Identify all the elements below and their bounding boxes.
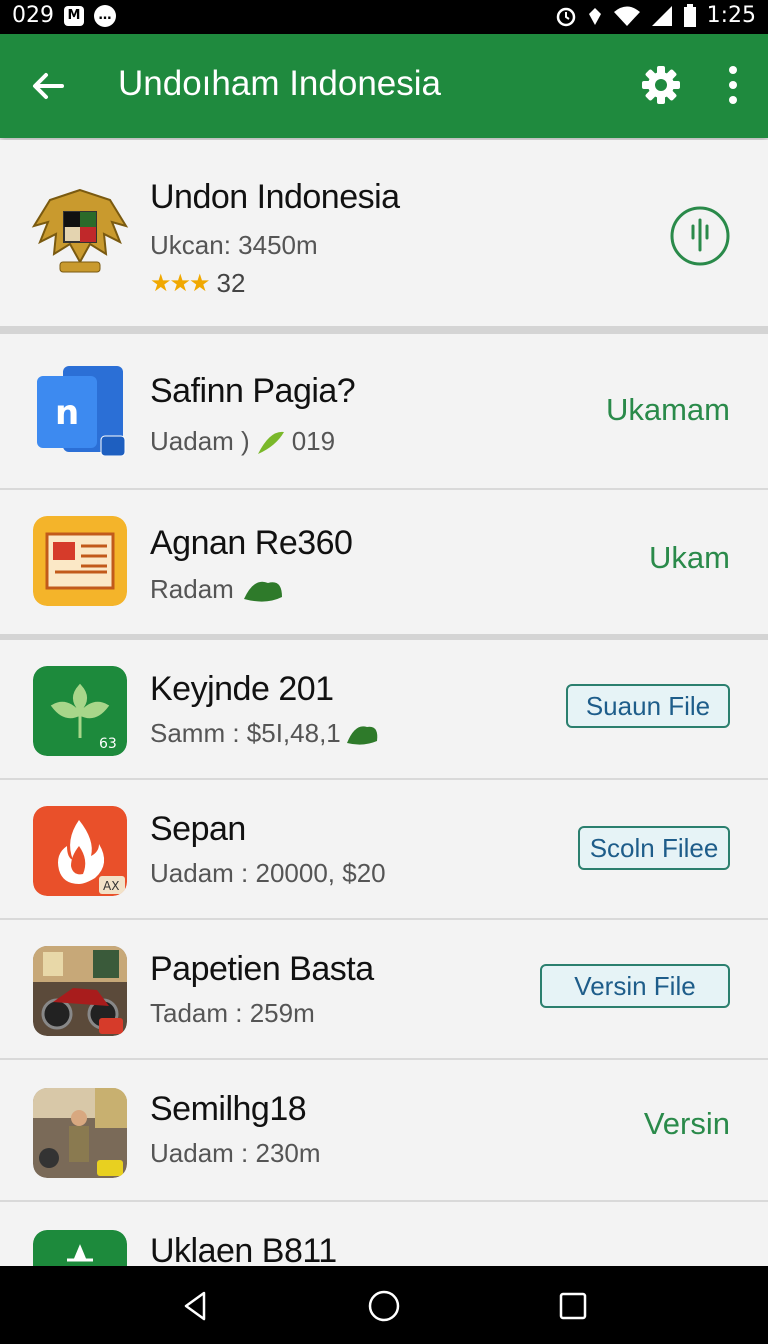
featured-app-subtitle: Ukcan: 3450m [150, 230, 318, 260]
banana-leaf-icon [257, 431, 284, 454]
list-item-name: Sepan [150, 810, 246, 848]
rating-count: 32 [216, 268, 246, 298]
file-button[interactable]: Suaun File [566, 684, 730, 728]
list-item[interactable]: 63 Keyjnde 201 Samm : $5I,48,1 Suaun Fil… [0, 640, 768, 780]
list-item-name: Papetien Basta [150, 950, 374, 988]
more-vertical-icon[interactable] [718, 64, 748, 106]
document-app-icon: n [37, 366, 126, 456]
leaf-app-icon: 63 [33, 666, 127, 756]
app-bar: Undoıham Indonesia [0, 34, 768, 138]
list-item-subtitle: Samm : $5I,48,1 [150, 718, 379, 749]
list-item[interactable]: Semilhg18 Uadam : 230m Versin [0, 1060, 768, 1202]
motorbike-photo-icon [33, 946, 127, 1036]
list-item[interactable]: Agnan Re360 Radam Ukam [0, 490, 768, 636]
list-item-name: Safinn Pagia? [150, 372, 356, 410]
notification-chat-icon: … [94, 4, 116, 27]
street-photo-icon [33, 1088, 127, 1178]
list-item-subtitle: Uadam : 230m [150, 1138, 321, 1168]
flame-app-icon: AX [33, 806, 127, 896]
app-badge: 63 [99, 736, 117, 752]
list-item-subtitle: Uadam ) 019 [150, 426, 336, 456]
location-icon [588, 7, 601, 25]
download-circle-icon[interactable] [668, 204, 732, 268]
file-button[interactable]: Scoln Filee [578, 826, 730, 870]
navigation-bar [0, 1266, 768, 1344]
arrow-left-icon[interactable] [28, 66, 68, 106]
update-link[interactable]: Versin [644, 1106, 730, 1142]
nav-home-circle-icon[interactable] [367, 1289, 401, 1323]
list-item-name: Agnan Re360 [150, 524, 353, 562]
list-item-subtitle: Radam [150, 574, 284, 605]
list-item[interactable]: Uklaen B811 [0, 1202, 768, 1266]
list-item[interactable]: AX Sepan Uadam : 20000, $20 Scoln Filee [0, 780, 768, 920]
svg-text:n: n [55, 393, 79, 433]
status-bar: 029 M … 1:25 [0, 0, 768, 34]
star-app-icon [33, 1230, 127, 1266]
nav-back-triangle-icon[interactable] [180, 1290, 212, 1322]
status-left-text: 029 [12, 3, 54, 28]
status-time: 1:25 [706, 3, 756, 28]
list-item-name: Uklaen B811 [150, 1232, 337, 1266]
nav-recents-square-icon[interactable] [558, 1291, 588, 1321]
gear-icon[interactable] [640, 64, 682, 106]
list-item-subtitle: Uadam : 20000, $20 [150, 858, 386, 888]
update-link[interactable]: Ukamam [606, 392, 730, 428]
file-button[interactable]: Versin File [540, 964, 730, 1008]
battery-icon [683, 3, 696, 27]
list-item-name: Semilhg18 [150, 1090, 307, 1128]
featured-app-name: Undon Indonesia [150, 178, 400, 216]
list-item[interactable]: Papetien Basta Tadam : 259m Versin File [0, 920, 768, 1060]
update-link[interactable]: Ukam [649, 540, 730, 576]
section-divider [0, 326, 768, 334]
cell-signal-icon [651, 5, 672, 26]
list-item-subtitle: Tadam : 259m [150, 998, 315, 1028]
leaf-icon [243, 581, 282, 602]
notification-m-icon: M [64, 5, 84, 26]
leaf-icon [346, 725, 378, 745]
featured-app-row[interactable]: Undon Indonesia Ukcan: 3450m ★★★ 32 [0, 140, 768, 326]
app-bar-title: Undoıham Indonesia [118, 64, 441, 103]
featured-app-rating: ★★★ 32 [150, 268, 245, 299]
garuda-emblem-icon [31, 188, 129, 273]
app-badge: AX [103, 879, 119, 893]
newspaper-app-icon [33, 516, 127, 606]
alarm-icon [556, 7, 575, 26]
list-item[interactable]: n Safinn Pagia? Uadam ) 019 Ukamam [0, 334, 768, 490]
rating-stars-icon: ★★★ [150, 270, 211, 297]
wifi-icon [613, 6, 640, 26]
list-item-name: Keyjnde 201 [150, 670, 334, 708]
